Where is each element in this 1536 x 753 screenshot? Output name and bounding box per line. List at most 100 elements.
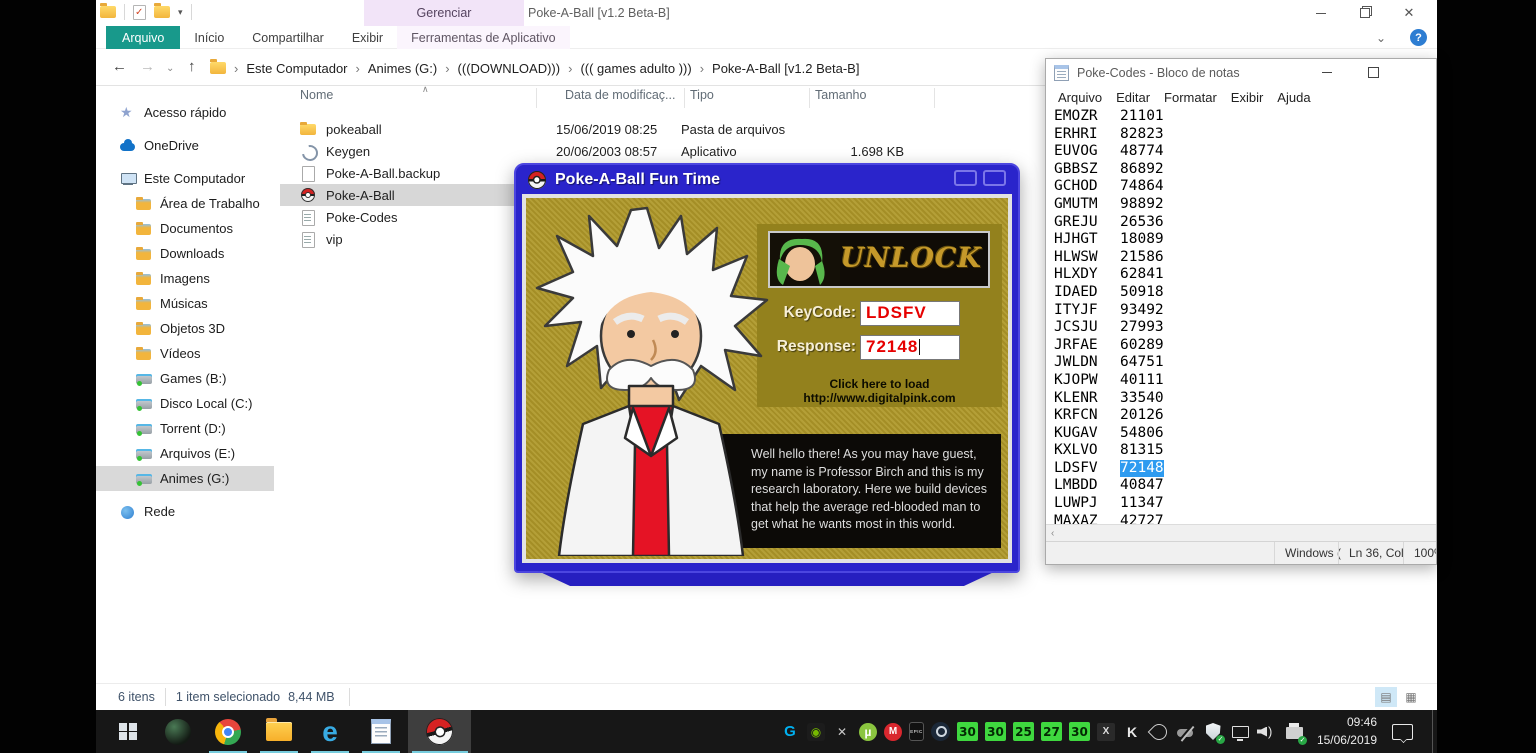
code-row: EUVOG 48774	[1046, 143, 1436, 161]
menu-item[interactable]: Editar	[1109, 90, 1157, 105]
ribbon-tab[interactable]: Compartilhar	[238, 26, 338, 49]
taskbar-sphere-app-button[interactable]	[158, 710, 198, 753]
mega-icon[interactable]: M	[884, 723, 902, 741]
restore-button[interactable]	[1343, 0, 1387, 26]
printer-icon[interactable]: ✓	[1284, 722, 1304, 742]
breadcrumb-item[interactable]: ›Poke-A-Ball [v1.2 Beta-B]	[692, 61, 860, 76]
sidebar-item[interactable]: Rede	[96, 499, 274, 524]
breadcrumb-item[interactable]: ›Este Computador	[226, 61, 348, 76]
chevron-down-icon[interactable]: ▾	[178, 7, 183, 18]
breadcrumb-item[interactable]: ›(((DOWNLOAD)))	[437, 61, 560, 76]
taskbar-clock[interactable]: 09:46 15/06/2019	[1311, 714, 1377, 749]
website-link[interactable]: Click here to load http://www.digitalpin…	[757, 377, 1002, 405]
sidebar-item[interactable]: Games (B:)	[96, 366, 274, 391]
taskbar-notepad-button[interactable]	[361, 710, 401, 753]
help-icon[interactable]: ?	[1410, 29, 1427, 46]
sidebar-item[interactable]: OneDrive	[96, 133, 274, 158]
response-field[interactable]: 72148	[860, 335, 960, 360]
column-divider[interactable]	[934, 88, 935, 108]
column-header-name[interactable]: Nome	[300, 88, 333, 110]
up-button[interactable]: ↑	[188, 58, 196, 75]
utorrent-icon[interactable]: µ	[859, 723, 877, 741]
minimize-button[interactable]	[954, 170, 977, 186]
taskbar-edge-button[interactable]: e	[310, 710, 350, 753]
steam-icon[interactable]	[931, 722, 950, 741]
xpadder-icon[interactable]: X	[1097, 723, 1115, 741]
sidebar-item[interactable]: Vídeos	[96, 341, 274, 366]
column-header-type[interactable]: Tipo	[690, 88, 714, 110]
ribbon-tab[interactable]: Exibir	[338, 26, 397, 49]
new-folder-icon[interactable]	[154, 6, 170, 18]
temp-badge[interactable]: 30	[957, 722, 978, 741]
keycode-field[interactable]: LDSFV	[860, 301, 960, 326]
taskbar-pokeaball-button-active[interactable]	[408, 710, 471, 753]
menu-item[interactable]: Ajuda	[1270, 90, 1317, 105]
back-button[interactable]: ←	[112, 58, 127, 75]
desktop: ▾ Gerenciar Poke-A-Ball [v1.2 Beta-B] ✕ …	[96, 0, 1437, 753]
thumbnails-view-icon[interactable]: ▦	[1400, 687, 1422, 707]
menu-item[interactable]: Exibir	[1224, 90, 1271, 105]
taskbar-explorer-button[interactable]	[259, 710, 299, 753]
ribbon-tab[interactable]: Ferramentas de Aplicativo	[397, 26, 570, 49]
sidebar-item[interactable]: Imagens	[96, 266, 274, 291]
sidebar-item[interactable]: Downloads	[96, 241, 274, 266]
close-button[interactable]: ✕	[1387, 0, 1431, 26]
horizontal-scrollbar[interactable]: ‹	[1046, 524, 1436, 541]
nvidia-icon[interactable]: ◉	[807, 723, 825, 741]
antenna-icon[interactable]	[1149, 722, 1169, 742]
volume-icon[interactable]	[1257, 722, 1277, 742]
minimize-button[interactable]	[1304, 59, 1350, 86]
show-desktop-divider[interactable]	[1432, 710, 1433, 753]
temp-badge[interactable]: 30	[1069, 722, 1090, 741]
forward-button[interactable]: →	[140, 58, 155, 75]
column-divider[interactable]	[684, 88, 685, 108]
details-view-icon[interactable]: ▤	[1375, 687, 1397, 707]
logitech-g-icon[interactable]: G	[780, 722, 800, 742]
column-divider[interactable]	[536, 88, 537, 108]
network-icon[interactable]	[1230, 722, 1250, 742]
sidebar-item[interactable]: Este Computador	[96, 166, 274, 191]
keygen-titlebar[interactable]: Poke-A-Ball Fun Time	[516, 165, 1018, 194]
folder-icon[interactable]	[100, 6, 116, 18]
menu-item[interactable]: Formatar	[1157, 90, 1224, 105]
notepad-text-area[interactable]: EMOZR 21101 ERHRI 82823 EUVOG 48774 GBBS…	[1046, 108, 1436, 524]
sidebar-item[interactable]: Torrent (D:)	[96, 416, 274, 441]
close-button[interactable]	[983, 170, 1006, 186]
ribbon-tab[interactable]: Arquivo	[106, 26, 180, 49]
onedrive-paused-icon[interactable]	[1176, 722, 1196, 742]
temp-badge[interactable]: 27	[1041, 722, 1062, 741]
notepad-titlebar[interactable]: Poke-Codes - Bloco de notas	[1046, 59, 1436, 86]
sidebar-item[interactable]: Acesso rápido	[96, 100, 274, 125]
start-button[interactable]	[108, 710, 148, 753]
sidebar-item[interactable]: Disco Local (C:)	[96, 391, 274, 416]
ribbon-tab[interactable]: Início	[180, 26, 238, 49]
k-app-icon[interactable]: K	[1122, 722, 1142, 742]
column-header-modified[interactable]: Data de modificaç...	[565, 88, 675, 110]
epic-games-icon[interactable]: EPIC	[909, 722, 924, 741]
action-center-icon[interactable]	[1392, 724, 1413, 740]
cross-x-icon[interactable]: ✕	[832, 722, 852, 742]
sidebar-item[interactable]: Arquivos (E:)	[96, 441, 274, 466]
column-header-size[interactable]: Tamanho	[815, 88, 866, 110]
defender-shield-icon[interactable]: ✓	[1203, 722, 1223, 742]
temp-badge[interactable]: 25	[1013, 722, 1034, 741]
sidebar-item[interactable]: Área de Trabalho	[96, 191, 274, 216]
properties-icon[interactable]	[133, 5, 146, 20]
network-icon	[120, 504, 138, 520]
sidebar-item[interactable]: Músicas	[96, 291, 274, 316]
chevron-down-icon[interactable]: ⌄	[166, 63, 174, 74]
scroll-left-icon[interactable]: ‹	[1051, 528, 1054, 539]
sidebar-item[interactable]: Objetos 3D	[96, 316, 274, 341]
folder-lib-icon	[136, 196, 154, 212]
chevron-down-icon[interactable]: ⌄	[1376, 31, 1386, 45]
taskbar-chrome-button[interactable]	[208, 710, 248, 753]
maximize-button[interactable]	[1350, 59, 1396, 86]
sidebar-item[interactable]: Animes (G:)	[96, 466, 274, 491]
breadcrumb-item[interactable]: ›((( games adulto )))	[560, 61, 692, 76]
temp-badge[interactable]: 30	[985, 722, 1006, 741]
menu-item[interactable]: Arquivo	[1051, 90, 1109, 105]
sidebar-item[interactable]: Documentos	[96, 216, 274, 241]
column-divider[interactable]	[809, 88, 810, 108]
breadcrumb-item[interactable]: ›Animes (G:)	[348, 61, 438, 76]
minimize-button[interactable]	[1299, 0, 1343, 26]
